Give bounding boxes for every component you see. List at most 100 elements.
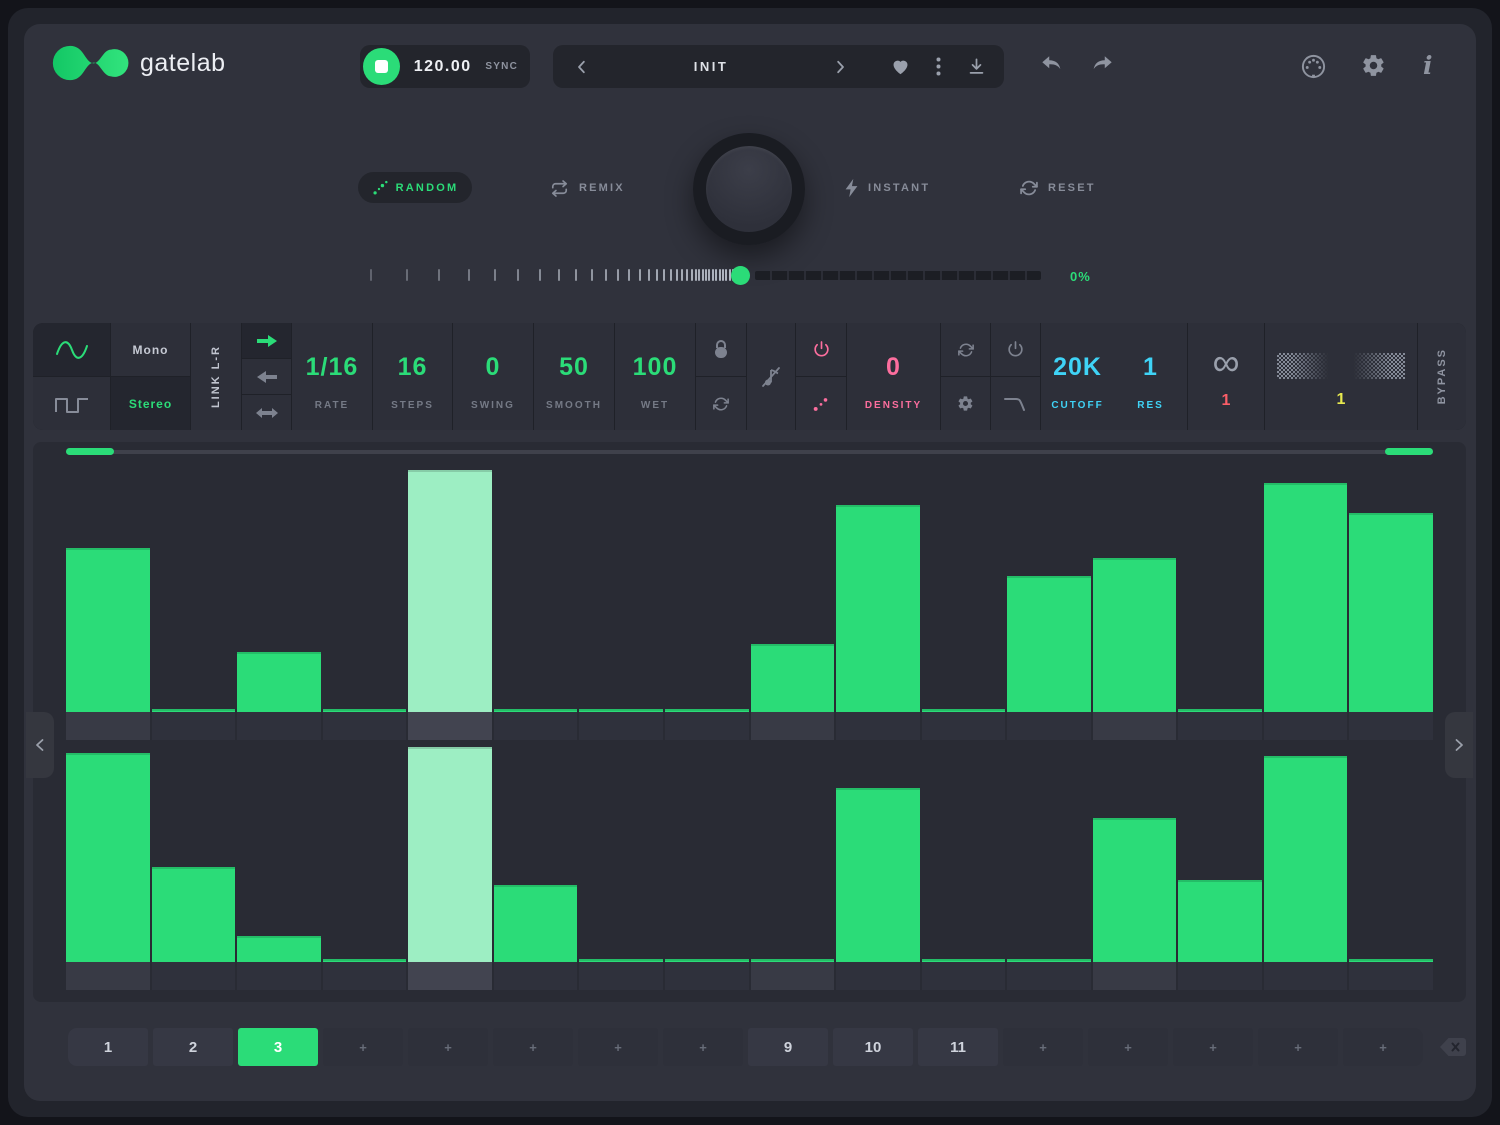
gate-row-2-step-9[interactable] xyxy=(751,747,835,990)
gate-row-1-step-15[interactable] xyxy=(1264,460,1348,740)
gate-bar[interactable] xyxy=(1349,959,1433,962)
swing-cell[interactable]: 0 SWING xyxy=(453,323,533,430)
gate-bar[interactable] xyxy=(494,885,578,962)
page-prev-tab[interactable] xyxy=(26,712,54,778)
step-bar-area[interactable] xyxy=(1093,460,1177,712)
main-knob[interactable] xyxy=(693,133,805,245)
pattern-slot-11[interactable]: 11 xyxy=(918,1028,998,1066)
preset-name[interactable]: INIT xyxy=(595,59,827,74)
direction-reverse-toggle[interactable] xyxy=(242,359,291,394)
step-bar-area[interactable] xyxy=(66,460,150,712)
gate-row-1-step-10[interactable] xyxy=(836,460,920,740)
step-bar-area[interactable] xyxy=(408,460,492,712)
gate-row-1-step-12[interactable] xyxy=(1007,460,1091,740)
step-bar-area[interactable] xyxy=(1264,747,1348,962)
step-bar-area[interactable] xyxy=(665,460,749,712)
step-bar-area[interactable] xyxy=(751,747,835,962)
pattern-slot-10[interactable]: 10 xyxy=(833,1028,913,1066)
gate-row-2-step-12[interactable] xyxy=(1007,747,1091,990)
step-bar-area[interactable] xyxy=(1093,747,1177,962)
gate-row-2-step-7[interactable] xyxy=(579,747,663,990)
note-mute-toggle[interactable] xyxy=(747,323,795,430)
step-bar-area[interactable] xyxy=(323,747,407,962)
page-next-tab[interactable] xyxy=(1445,712,1473,778)
gate-bar[interactable] xyxy=(237,652,321,712)
gate-row-2-step-3[interactable] xyxy=(237,747,321,990)
preset-prev-button[interactable] xyxy=(569,54,595,80)
delete-pattern-button[interactable] xyxy=(1439,1037,1467,1057)
pattern-slot-add-13[interactable]: + xyxy=(1088,1028,1168,1066)
gate-row-1-step-2[interactable] xyxy=(152,460,236,740)
midi-settings-button[interactable] xyxy=(1300,53,1327,80)
gate-row-1-step-13[interactable] xyxy=(1093,460,1177,740)
gate-bar[interactable] xyxy=(323,959,407,962)
gate-row-2-step-4[interactable] xyxy=(323,747,407,990)
step-bar-area[interactable] xyxy=(836,460,920,712)
gate-bar[interactable] xyxy=(922,709,1006,712)
gate-bar[interactable] xyxy=(66,548,150,712)
gate-bar[interactable] xyxy=(1007,576,1091,712)
random-button[interactable]: RANDOM xyxy=(358,172,472,203)
pattern-slot-add-7[interactable]: + xyxy=(578,1028,658,1066)
gate-bar-active[interactable] xyxy=(408,470,492,712)
preset-menu-button[interactable] xyxy=(936,57,941,76)
link-lr-toggle[interactable]: LINK L-R xyxy=(191,323,241,430)
gate-row-2-step-10[interactable] xyxy=(836,747,920,990)
step-bar-area[interactable] xyxy=(1007,747,1091,962)
resonance-control[interactable]: 1 RES xyxy=(1114,323,1187,430)
bpm-value[interactable]: 120.00 xyxy=(400,58,485,76)
info-button[interactable]: i xyxy=(1423,53,1433,79)
gate-bar[interactable] xyxy=(1178,709,1262,712)
gate-row-2-step-6[interactable] xyxy=(494,747,578,990)
gate-row-1-step-3[interactable] xyxy=(237,460,321,740)
filter-cycle-button[interactable] xyxy=(941,323,990,376)
gate-row-2-step-15[interactable] xyxy=(1264,747,1348,990)
filter-power-toggle[interactable] xyxy=(991,323,1040,376)
gate-bar[interactable] xyxy=(836,505,920,712)
bypass-toggle[interactable]: BYPASS xyxy=(1418,323,1466,430)
stop-button[interactable] xyxy=(363,48,400,85)
step-bar-area[interactable] xyxy=(836,747,920,962)
gate-row-1-step-16[interactable] xyxy=(1349,460,1433,740)
pattern-slot-9[interactable]: 9 xyxy=(748,1028,828,1066)
filter-type-button[interactable] xyxy=(991,377,1040,430)
gate-row-1-step-1[interactable] xyxy=(66,460,150,740)
pattern-slot-1[interactable]: 1 xyxy=(68,1028,148,1066)
gate-row-2-step-8[interactable] xyxy=(665,747,749,990)
gate-bar[interactable] xyxy=(66,753,150,962)
pattern-slot-add-6[interactable]: + xyxy=(493,1028,573,1066)
gate-bar[interactable] xyxy=(751,644,835,712)
sync-toggle[interactable]: SYNC xyxy=(485,61,518,72)
pattern-slot-add-14[interactable]: + xyxy=(1173,1028,1253,1066)
step-bar-area[interactable] xyxy=(1349,460,1433,712)
gate-row-1-step-6[interactable] xyxy=(494,460,578,740)
gate-bar[interactable] xyxy=(1264,483,1348,712)
gate-bar[interactable] xyxy=(1007,959,1091,962)
step-bar-area[interactable] xyxy=(152,747,236,962)
gate-bar[interactable] xyxy=(1264,756,1348,962)
gate-bar[interactable] xyxy=(237,936,321,962)
gate-row-1-step-7[interactable] xyxy=(579,460,663,740)
gate-row-2-step-11[interactable] xyxy=(922,747,1006,990)
step-bar-area[interactable] xyxy=(1178,460,1262,712)
texture-cell[interactable]: 1 xyxy=(1265,323,1417,430)
step-bar-area[interactable] xyxy=(751,460,835,712)
density-power-toggle[interactable] xyxy=(796,323,846,376)
step-bar-area[interactable] xyxy=(66,747,150,962)
gate-bar[interactable] xyxy=(922,959,1006,962)
step-bar-area[interactable] xyxy=(1007,460,1091,712)
step-bar-area[interactable] xyxy=(1178,747,1262,962)
direction-pingpong-toggle[interactable] xyxy=(242,395,291,430)
gate-row-1-step-4[interactable] xyxy=(323,460,407,740)
step-bar-area[interactable] xyxy=(665,747,749,962)
redo-button[interactable] xyxy=(1090,55,1114,74)
gate-bar[interactable] xyxy=(665,709,749,712)
loop-start-handle[interactable] xyxy=(66,448,114,455)
gate-bar[interactable] xyxy=(1093,558,1177,712)
gate-row-1-step-9[interactable] xyxy=(751,460,835,740)
pattern-slot-2[interactable]: 2 xyxy=(153,1028,233,1066)
gate-bar[interactable] xyxy=(152,709,236,712)
gate-bar-active[interactable] xyxy=(408,747,492,962)
direction-forward-toggle[interactable] xyxy=(242,323,291,358)
density-cell[interactable]: 0 DENSITY xyxy=(847,323,940,430)
